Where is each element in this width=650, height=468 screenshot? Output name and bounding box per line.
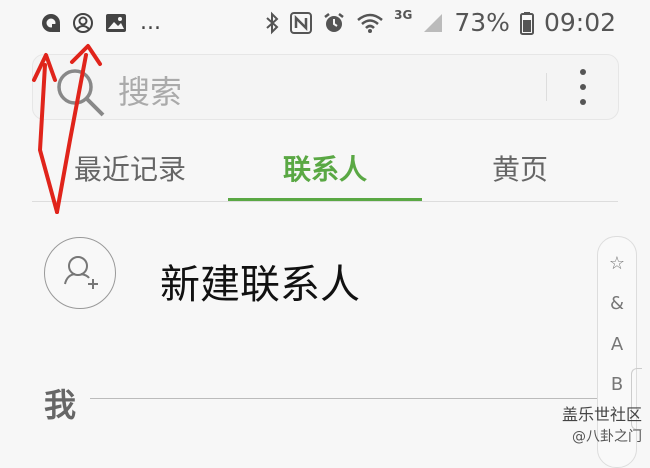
status-right: 3G 73% 09:02 (264, 8, 616, 37)
section-divider (90, 398, 610, 399)
status-left: ... (40, 10, 161, 35)
avatar (44, 237, 116, 309)
battery-percent: 73% (454, 8, 510, 37)
watermark-line-1: 盖乐世社区 (561, 405, 642, 424)
watermark-line-2: @八卦之门 (572, 429, 642, 445)
new-contact-label: 新建联系人 (160, 262, 360, 308)
new-contact-row[interactable]: 新建联系人 (0, 232, 590, 322)
search-divider (546, 73, 547, 101)
more-dot-icon (580, 84, 586, 90)
more-dot-icon (580, 99, 586, 105)
search-icon (57, 69, 105, 117)
clock: 09:02 (543, 8, 616, 37)
more-dot-icon (580, 69, 586, 75)
bluetooth-icon (266, 11, 279, 34)
index-item-star[interactable]: ☆ (598, 253, 636, 274)
add-contact-icon (64, 256, 98, 289)
app-q-icon (42, 13, 60, 32)
alarm-icon (324, 12, 344, 32)
overflow-indicator: ... (140, 10, 161, 35)
search-bar[interactable]: 搜索 (32, 54, 619, 120)
tab-yellow-pages[interactable]: 黄页 (422, 148, 618, 202)
tab-recent[interactable]: 最近记录 (32, 148, 228, 202)
battery-icon (519, 11, 534, 35)
tabs-divider (32, 201, 618, 202)
watermark: 盖乐世社区 @八卦之门 (556, 404, 642, 448)
index-item-ampersand[interactable]: & (598, 293, 636, 314)
tab-contacts[interactable]: 联系人 (228, 148, 422, 202)
account-icon (73, 12, 93, 33)
index-item-a[interactable]: A (598, 334, 636, 355)
nfc-icon (290, 11, 313, 34)
section-header-me: 我 (44, 386, 77, 424)
tab-bar: 最近记录 联系人 黄页 (0, 140, 650, 202)
image-icon (106, 13, 126, 32)
signal-icon (424, 13, 443, 32)
network-type-label: 3G (394, 7, 413, 22)
wifi-icon (357, 13, 383, 33)
status-bar: ... 3G 73% 09:02 (0, 0, 650, 44)
search-input[interactable]: 搜索 (118, 67, 182, 113)
more-options-button[interactable] (573, 69, 593, 105)
